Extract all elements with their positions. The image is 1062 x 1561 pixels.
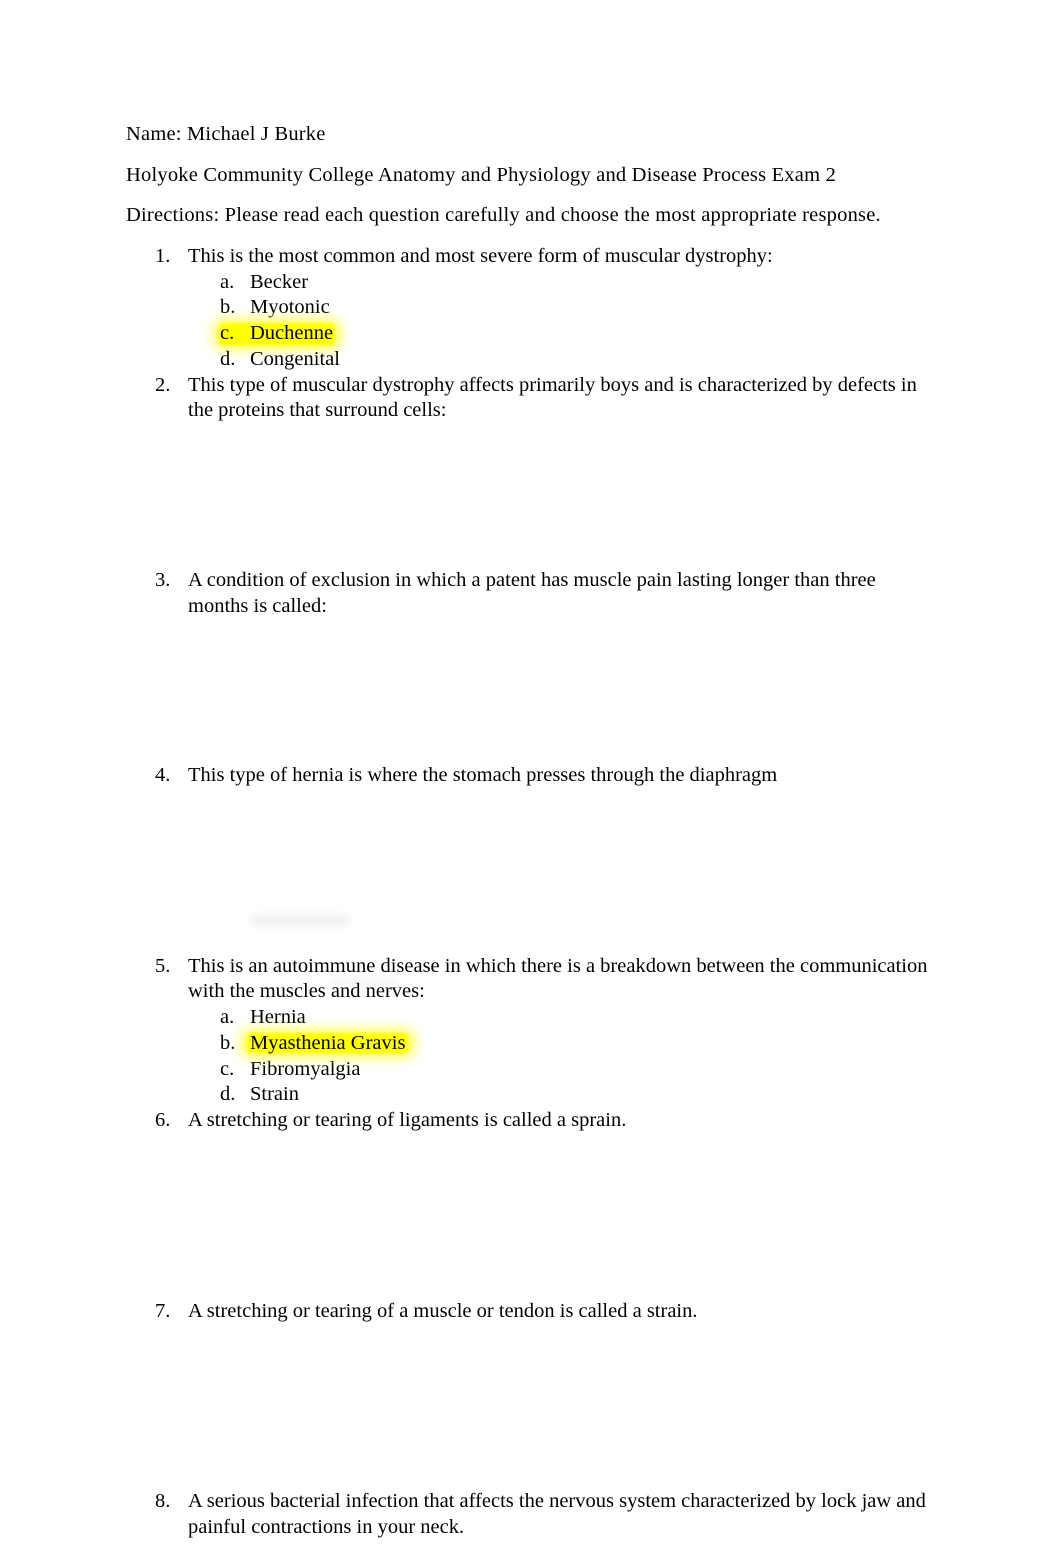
question-text: This type of hernia is where the stomach… [188,764,778,787]
directions-line: Directions: Please read each question ca… [126,204,881,226]
option-row-highlighted[interactable]: b. Myasthenia Gravis [0,1031,1062,1057]
question-number: 6. [155,1109,171,1132]
question-number: 4. [155,764,171,787]
question-row: 6. A stretching or tearing of ligaments … [0,1108,1062,1134]
question-row: 7. A stretching or tearing of a muscle o… [0,1299,1062,1325]
option-row[interactable]: c. Fibromyalgia [0,1057,1062,1083]
answer-space [0,1324,1062,1489]
question-text: This type of muscular dystrophy affects … [188,373,917,422]
exam-title-line: Holyoke Community College Anatomy and Ph… [126,163,837,186]
question-item: 4. This type of hernia is where the stom… [0,763,1062,789]
question-item: 7. A stretching or tearing of a muscle o… [0,1299,1062,1325]
answer-space [0,424,1062,568]
option-text: Hernia [250,1005,306,1028]
question-list: 1. This is the most common and most seve… [0,244,1062,1541]
question-text: A serious bacterial infection that affec… [188,1490,926,1538]
option-list: a. Becker b. Myotonic c. Duchenne d. Con… [0,270,1062,373]
option-row[interactable]: d. Congenital [0,347,1062,373]
option-marker: d. [220,347,236,370]
option-row[interactable]: b. Myotonic [0,295,1062,321]
question-text: This is the most common and most severe … [188,245,773,267]
option-text: Duchenne [250,322,334,345]
option-text: Becker [250,270,309,293]
option-text: Myasthenia Gravis [250,1031,405,1057]
option-text: Fibromyalgia [250,1057,361,1080]
option-marker: c. [220,322,235,345]
option-row-highlighted[interactable]: c. Duchenne [0,321,1062,348]
answer-space [0,1134,1062,1299]
option-marker: d. [220,1083,236,1106]
question-text: This is an autoimmune disease in which t… [188,954,928,1003]
option-text: Congenital [250,347,340,370]
question-row: 8. A serious bacterial infection that af… [0,1489,1062,1540]
option-marker: b. [220,296,236,319]
question-row: 5. This is an autoimmune disease in whic… [0,954,1062,1005]
document-header: Name: Michael J Burke Holyoke Community … [126,124,946,226]
option-row[interactable]: a. Hernia [0,1005,1062,1031]
option-list: a. Hernia b. Myasthenia Gravis c. Fibrom… [0,1005,1062,1108]
question-item: 3. A condition of exclusion in which a p… [0,568,1062,619]
option-row[interactable]: a. Becker [0,270,1062,296]
answer-space [0,619,1062,763]
question-number: 2. [155,373,171,396]
option-marker: a. [220,1005,235,1028]
option-marker: a. [220,270,235,293]
question-number: 8. [155,1490,171,1513]
option-marker: c. [220,1057,235,1080]
option-text: Myotonic [250,296,330,319]
question-item: 6. A stretching or tearing of ligaments … [0,1108,1062,1134]
question-text: A condition of exclusion in which a pate… [188,568,876,617]
question-number: 1. [155,245,171,267]
option-row[interactable]: d. Strain [0,1082,1062,1108]
question-item: 5. This is an autoimmune disease in whic… [0,954,1062,1108]
question-text: A stretching or tearing of ligaments is … [188,1109,627,1132]
option-text: Strain [250,1083,299,1106]
question-text: A stretching or tearing of a muscle or t… [188,1299,698,1322]
question-row: 1. This is the most common and most seve… [0,244,1062,270]
question-item: 8. A serious bacterial infection that af… [0,1489,1062,1540]
question-item: 2. This type of muscular dystrophy affec… [0,373,1062,424]
question-number: 3. [155,568,171,591]
question-row: 2. This type of muscular dystrophy affec… [0,373,1062,424]
answer-space [0,789,1062,954]
student-name-line: Name: Michael J Burke [126,123,326,145]
question-item: 1. This is the most common and most seve… [0,244,1062,373]
question-number: 5. [155,954,171,977]
question-row: 3. A condition of exclusion in which a p… [0,568,1062,619]
question-number: 7. [155,1299,171,1322]
question-row: 4. This type of hernia is where the stom… [0,763,1062,789]
document-page: Name: Michael J Burke Holyoke Community … [0,0,1062,1561]
